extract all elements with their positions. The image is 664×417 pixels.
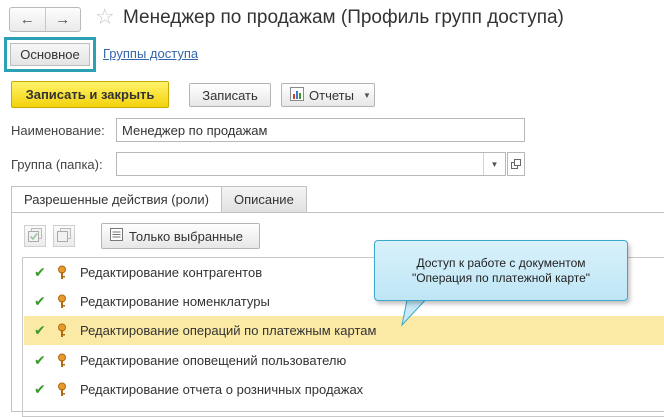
tab-description[interactable]: Описание (221, 186, 307, 213)
callout-line-1: Доступ к работе с документом (416, 255, 586, 270)
arrow-left-icon: ← (19, 11, 35, 28)
list-item[interactable]: ✔ Редактирование оповещений пользователю (24, 346, 664, 375)
arrow-right-icon: → (55, 11, 71, 28)
back-button[interactable]: ← (10, 8, 45, 31)
role-label: Редактирование операций по платежным кар… (80, 323, 377, 338)
check-icon[interactable]: ✔ (34, 293, 48, 310)
name-label: Наименование: (11, 123, 105, 138)
chevron-down-icon: ▼ (362, 90, 371, 100)
role-label: Редактирование оповещений пользователю (80, 353, 347, 368)
tab-access-groups[interactable]: Группы доступа (103, 46, 198, 61)
group-label: Группа (папка): (11, 157, 103, 172)
tab-roles[interactable]: Разрешенные действия (роли) (11, 186, 222, 213)
role-label: Редактирование контрагентов (80, 265, 263, 280)
callout-note: Доступ к работе с документом "Операция п… (374, 240, 628, 301)
open-link-icon (511, 157, 521, 172)
role-label: Редактирование отчета о розничных продаж… (80, 382, 364, 397)
name-value: Менеджер по продажам (122, 122, 268, 138)
only-selected-button[interactable]: Только выбранные (101, 223, 260, 249)
group-dropdown-button[interactable]: ▼ (483, 153, 505, 175)
role-label: Редактирование номенклатуры (80, 294, 270, 309)
star-icon[interactable]: ☆ (95, 6, 115, 28)
list-item-selected[interactable]: ✔ Редактирование операций по платежным к… (24, 316, 664, 345)
tab-main-highlight: Основное (4, 37, 96, 72)
save-and-close-button[interactable]: Записать и закрыть (11, 81, 169, 108)
check-icon[interactable]: ✔ (34, 322, 48, 339)
check-icon[interactable]: ✔ (34, 264, 48, 281)
only-selected-label: Только выбранные (129, 228, 243, 244)
name-field[interactable]: Менеджер по продажам (116, 118, 525, 142)
reports-label: Отчеты (309, 87, 354, 103)
chevron-down-icon: ▼ (490, 159, 499, 169)
uncheck-all-icon (56, 227, 72, 246)
group-open-button[interactable] (507, 152, 525, 176)
tab-main[interactable]: Основное (10, 43, 90, 66)
key-icon (56, 294, 68, 310)
navigation-buttons: ← → (9, 7, 81, 32)
check-all-button[interactable] (24, 225, 46, 247)
inner-tabs: Разрешенные действия (роли) Описание (11, 186, 307, 213)
list-icon (110, 228, 123, 244)
key-icon (56, 382, 68, 398)
page-title: Менеджер по продажам (Профиль групп дост… (123, 7, 564, 28)
key-icon (56, 265, 68, 281)
forward-button[interactable]: → (44, 8, 81, 31)
reports-button[interactable]: Отчеты ▼ (281, 83, 375, 107)
group-field[interactable]: ▼ (116, 152, 506, 176)
check-icon[interactable]: ✔ (34, 352, 48, 369)
callout-line-2: "Операция по платежной карте" (411, 270, 591, 285)
check-icon[interactable]: ✔ (34, 381, 48, 398)
save-button[interactable]: Записать (189, 83, 271, 107)
report-icon (290, 86, 304, 104)
uncheck-all-button[interactable] (53, 225, 75, 247)
key-icon (56, 323, 68, 339)
key-icon (56, 353, 68, 369)
check-all-icon (27, 227, 43, 246)
list-item[interactable]: ✔ Редактирование отчета о розничных прод… (24, 375, 664, 404)
